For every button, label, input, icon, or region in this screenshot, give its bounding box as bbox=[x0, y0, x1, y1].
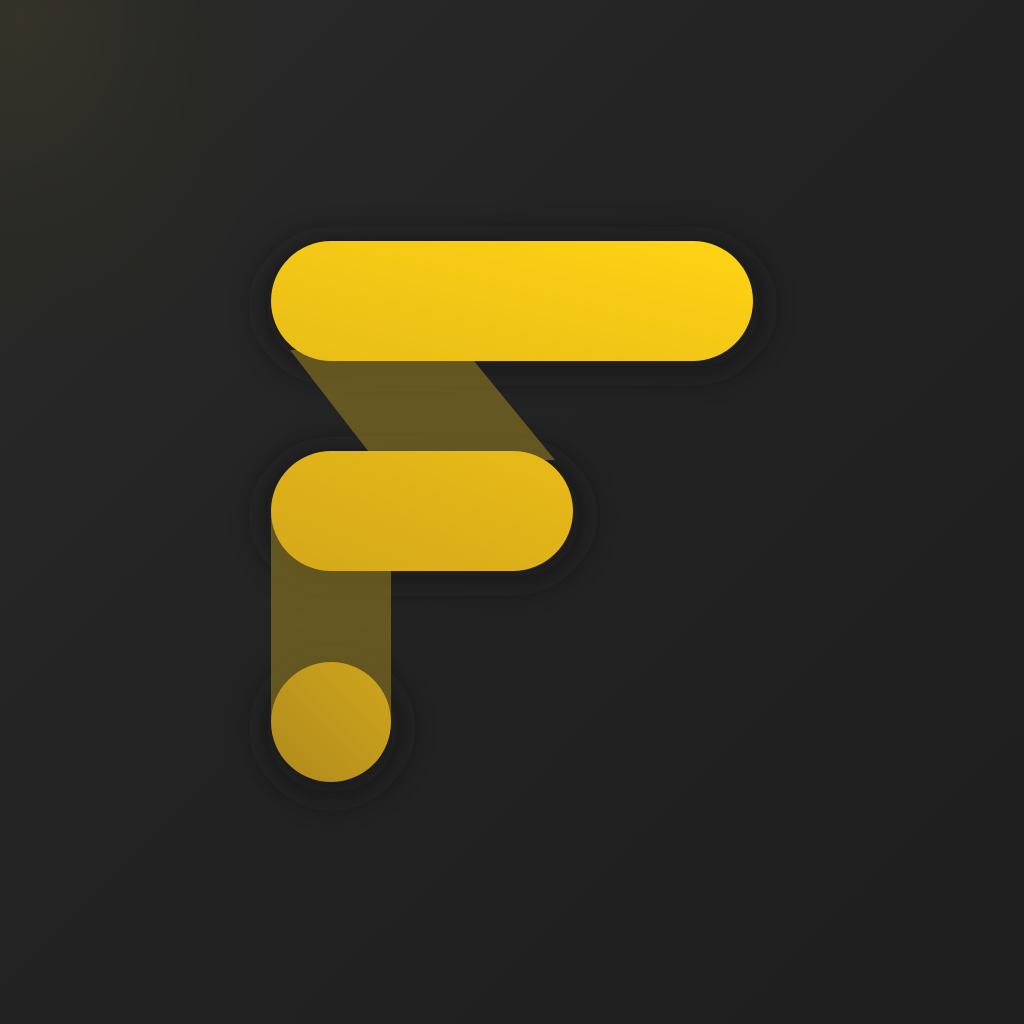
top-bar bbox=[271, 241, 753, 361]
app-icon-canvas bbox=[0, 0, 1024, 1024]
middle-bar bbox=[271, 451, 573, 571]
bottom-dot bbox=[271, 662, 391, 782]
f-logo-icon bbox=[258, 236, 768, 802]
